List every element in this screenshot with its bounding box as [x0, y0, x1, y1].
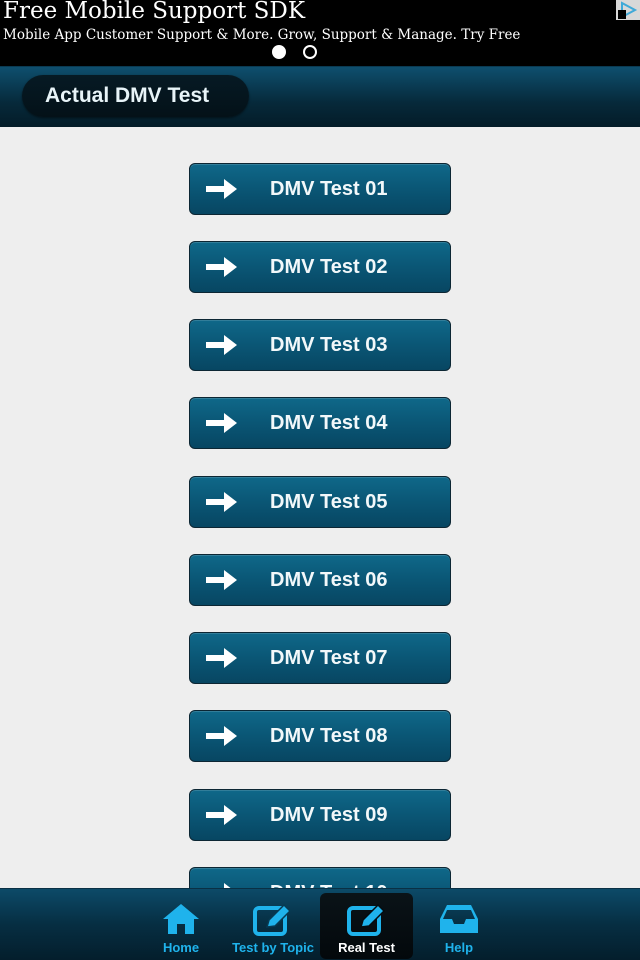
arrow-right-icon [206, 648, 237, 668]
test-button-label: DMV Test 05 [270, 491, 388, 513]
ad-page-dot[interactable] [303, 45, 317, 59]
ad-page-dot-active[interactable] [272, 45, 286, 59]
page-title-pill: Actual DMV Test [22, 75, 249, 117]
arrow-right-icon [206, 335, 237, 355]
arrow-right-icon [206, 570, 237, 590]
arrow-right-icon [206, 179, 237, 199]
test-button-05[interactable]: DMV Test 05 [189, 476, 451, 528]
test-button-label: DMV Test 01 [270, 178, 388, 200]
test-button-06[interactable]: DMV Test 06 [189, 554, 451, 606]
tab-label: Real Test [338, 940, 395, 955]
test-button-label: DMV Test 03 [270, 334, 388, 356]
header-bar: Actual DMV Test [0, 66, 640, 127]
tab-label: Test by Topic [232, 940, 314, 955]
edit-icon [253, 903, 292, 936]
ad-banner[interactable]: Free Mobile Support SDK Mobile App Custo… [0, 0, 640, 66]
tab-label: Help [444, 940, 474, 955]
page-title: Actual DMV Test [45, 84, 210, 107]
arrow-right-icon [206, 492, 237, 512]
test-button-01[interactable]: DMV Test 01 [189, 163, 451, 215]
arrow-right-icon [206, 805, 237, 825]
arrow-right-icon [206, 257, 237, 277]
test-list[interactable]: DMV Test 01 DMV Test 02 DMV Test 03 DMV … [0, 127, 640, 889]
test-button-label: DMV Test 02 [270, 256, 388, 278]
ad-title[interactable]: Free Mobile Support SDK [3, 0, 305, 24]
tab-label: Home [162, 940, 200, 955]
test-button-label: DMV Test 08 [270, 725, 388, 747]
tab-real-test[interactable]: Real Test [320, 893, 413, 959]
test-button-label: DMV Test 09 [270, 804, 388, 826]
test-button-label: DMV Test 06 [270, 569, 388, 591]
test-button-09[interactable]: DMV Test 09 [189, 789, 451, 841]
test-button-07[interactable]: DMV Test 07 [189, 632, 451, 684]
tab-bar: Home Test by Topic Real Test Help [0, 888, 640, 960]
arrow-right-icon [206, 413, 237, 433]
test-button-02[interactable]: DMV Test 02 [189, 241, 451, 293]
test-button-label: DMV Test 07 [270, 647, 388, 669]
test-button-10[interactable]: DMV Test 10 [189, 867, 451, 889]
adchoices-button[interactable] [616, 0, 640, 20]
ad-page-indicator [272, 45, 317, 59]
test-button-03[interactable]: DMV Test 03 [189, 319, 451, 371]
tab-help[interactable]: Help [418, 893, 500, 959]
test-button-04[interactable]: DMV Test 04 [189, 397, 451, 449]
inbox-icon [440, 905, 478, 933]
adchoices-icon [618, 1, 638, 19]
tab-home[interactable]: Home [140, 893, 222, 959]
test-button-label: DMV Test 04 [270, 412, 388, 434]
ad-subtitle[interactable]: Mobile App Customer Support & More. Grow… [3, 27, 520, 43]
test-button-08[interactable]: DMV Test 08 [189, 710, 451, 762]
edit-icon [346, 903, 385, 936]
arrow-right-icon [206, 726, 237, 746]
tab-test-by-topic[interactable]: Test by Topic [226, 893, 320, 959]
home-icon [163, 904, 199, 934]
